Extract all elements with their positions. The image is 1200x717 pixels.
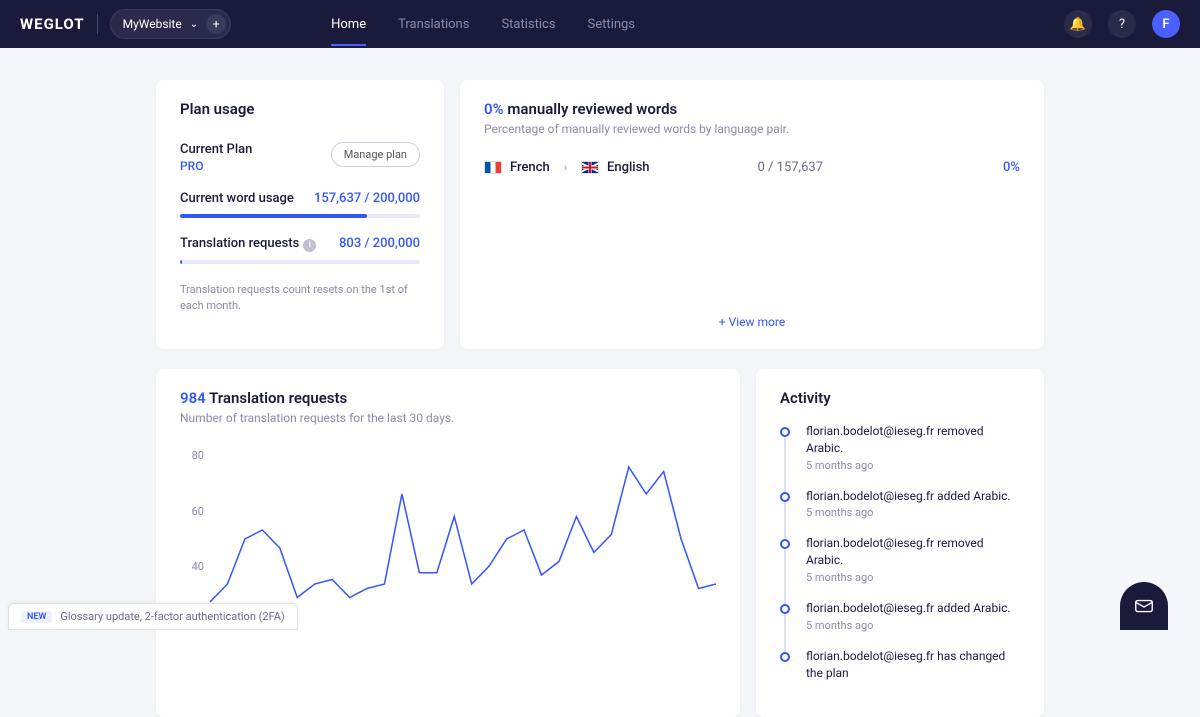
lang-pct: 0% bbox=[1003, 160, 1020, 175]
toast-text: Glossary update, 2-factor authentication… bbox=[60, 610, 284, 623]
chat-fab[interactable] bbox=[1120, 582, 1168, 630]
nav-home[interactable]: Home bbox=[331, 3, 366, 46]
review-title: 0% manually reviewed words bbox=[484, 100, 1020, 118]
site-selector[interactable]: MyWebsite ⌄ + bbox=[110, 9, 232, 39]
word-usage-label: Current word usage bbox=[180, 191, 294, 206]
lang-to: English bbox=[607, 160, 650, 175]
req-value: 803 / 200,000 bbox=[339, 236, 420, 252]
current-plan-label: Current Plan bbox=[180, 142, 252, 157]
chart-title: 984 Translation requests bbox=[180, 389, 716, 407]
word-usage-value: 157,637 / 200,000 bbox=[314, 191, 420, 206]
review-subtitle: Percentage of manually reviewed words by… bbox=[484, 122, 1020, 136]
current-plan-value: PRO bbox=[180, 159, 252, 173]
activity-time: 5 months ago bbox=[806, 506, 1011, 519]
nav-statistics[interactable]: Statistics bbox=[501, 3, 555, 46]
activity-list: florian.bodelot@ieseg.fr removed Arabic.… bbox=[780, 423, 1020, 697]
view-more-link[interactable]: + View more bbox=[484, 315, 1020, 329]
timeline-dot-icon bbox=[780, 604, 790, 614]
review-card: 0% manually reviewed words Percentage of… bbox=[460, 80, 1044, 349]
activity-item: florian.bodelot@ieseg.fr removed Arabic.… bbox=[780, 535, 1020, 600]
toast-notification[interactable]: NEW Glossary update, 2-factor authentica… bbox=[8, 603, 298, 630]
activity-title: Activity bbox=[780, 389, 1020, 407]
france-flag-icon bbox=[484, 161, 502, 174]
new-badge: NEW bbox=[21, 611, 52, 623]
header: WEGLOT MyWebsite ⌄ + Home Translations S… bbox=[0, 0, 1200, 48]
plan-usage-card: Plan usage Current Plan PRO Manage plan … bbox=[156, 80, 444, 349]
activity-text: florian.bodelot@ieseg.fr has changed the… bbox=[806, 648, 1020, 682]
plan-note: Translation requests count resets on the… bbox=[180, 282, 420, 315]
plan-title: Plan usage bbox=[180, 100, 420, 118]
activity-card: Activity florian.bodelot@ieseg.fr remove… bbox=[756, 369, 1044, 717]
activity-text: florian.bodelot@ieseg.fr added Arabic. bbox=[806, 600, 1011, 617]
language-pair-row[interactable]: French › English 0 / 157,637 0% bbox=[484, 160, 1020, 175]
activity-time: 5 months ago bbox=[806, 571, 1020, 584]
chart-area: 80 60 40 20 bbox=[180, 449, 716, 629]
timeline-dot-icon bbox=[780, 427, 790, 437]
avatar[interactable]: F bbox=[1152, 10, 1180, 38]
activity-time: 5 months ago bbox=[806, 459, 1020, 472]
site-name: MyWebsite bbox=[123, 17, 182, 31]
activity-item: florian.bodelot@ieseg.fr added Arabic.5 … bbox=[780, 600, 1020, 648]
timeline-dot-icon bbox=[780, 539, 790, 549]
logo: WEGLOT bbox=[20, 15, 85, 33]
chevron-down-icon: ⌄ bbox=[190, 19, 198, 30]
bell-icon[interactable]: 🔔 bbox=[1064, 10, 1092, 38]
req-progress bbox=[180, 260, 420, 264]
lang-count: 0 / 157,637 bbox=[758, 160, 824, 175]
activity-item: florian.bodelot@ieseg.fr removed Arabic.… bbox=[780, 423, 1020, 488]
activity-text: florian.bodelot@ieseg.fr added Arabic. bbox=[806, 488, 1011, 505]
add-site-button[interactable]: + bbox=[206, 14, 226, 34]
activity-text: florian.bodelot@ieseg.fr removed Arabic. bbox=[806, 423, 1020, 457]
nav-translations[interactable]: Translations bbox=[398, 3, 469, 46]
activity-text: florian.bodelot@ieseg.fr removed Arabic. bbox=[806, 535, 1020, 569]
y-axis-labels: 80 60 40 20 bbox=[180, 449, 204, 629]
chart-subtitle: Number of translation requests for the l… bbox=[180, 411, 716, 425]
nav: Home Translations Statistics Settings bbox=[331, 3, 635, 46]
uk-flag-icon bbox=[581, 161, 599, 174]
header-right: 🔔 ? F bbox=[1064, 10, 1180, 38]
line-chart bbox=[210, 449, 716, 629]
arrow-right-icon: › bbox=[564, 161, 567, 174]
info-icon[interactable]: i bbox=[303, 239, 316, 252]
activity-item: florian.bodelot@ieseg.fr added Arabic.5 … bbox=[780, 488, 1020, 536]
chart-card: 984 Translation requests Number of trans… bbox=[156, 369, 740, 717]
activity-item: florian.bodelot@ieseg.fr has changed the… bbox=[780, 648, 1020, 698]
help-icon[interactable]: ? bbox=[1108, 10, 1136, 38]
timeline-dot-icon bbox=[780, 652, 790, 662]
mail-icon bbox=[1133, 595, 1155, 617]
manage-plan-button[interactable]: Manage plan bbox=[331, 142, 420, 167]
req-label: Translation requestsi bbox=[180, 236, 316, 252]
timeline-dot-icon bbox=[780, 492, 790, 502]
lang-from: French bbox=[510, 160, 550, 175]
word-progress bbox=[180, 214, 420, 218]
divider bbox=[97, 14, 98, 34]
nav-settings[interactable]: Settings bbox=[588, 3, 635, 46]
